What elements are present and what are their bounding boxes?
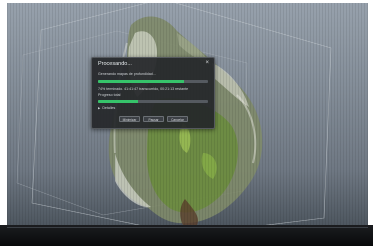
pause-button[interactable]: Pausar xyxy=(143,116,164,122)
total-progress-fill xyxy=(98,100,138,103)
total-progress-bar xyxy=(98,100,208,103)
total-progress-label: Progreso total xyxy=(98,93,121,97)
details-toggle[interactable]: ▶ Detalles xyxy=(98,106,115,110)
close-icon[interactable]: × xyxy=(205,60,209,66)
progress-dialog: Procesando... × Generando mapas de profu… xyxy=(91,57,215,129)
task-progress-bar xyxy=(98,80,208,83)
photo-of-monitor: Procesando... × Generando mapas de profu… xyxy=(0,0,373,246)
details-label: Detalles xyxy=(102,106,116,110)
task-progress-fill xyxy=(98,80,184,83)
monitor-bezel-edge xyxy=(7,227,368,228)
desk-surface xyxy=(0,225,373,246)
task-label: Generando mapas de profundidad... xyxy=(98,72,156,76)
dialog-title: Procesando... xyxy=(98,61,132,67)
minimize-button[interactable]: Minimizar xyxy=(119,116,140,122)
status-line: 74% terminado. 41:41:47 transcurrido, 00… xyxy=(98,87,189,91)
cancel-button[interactable]: Cancelar xyxy=(167,116,188,122)
chevron-right-icon: ▶ xyxy=(98,106,101,110)
